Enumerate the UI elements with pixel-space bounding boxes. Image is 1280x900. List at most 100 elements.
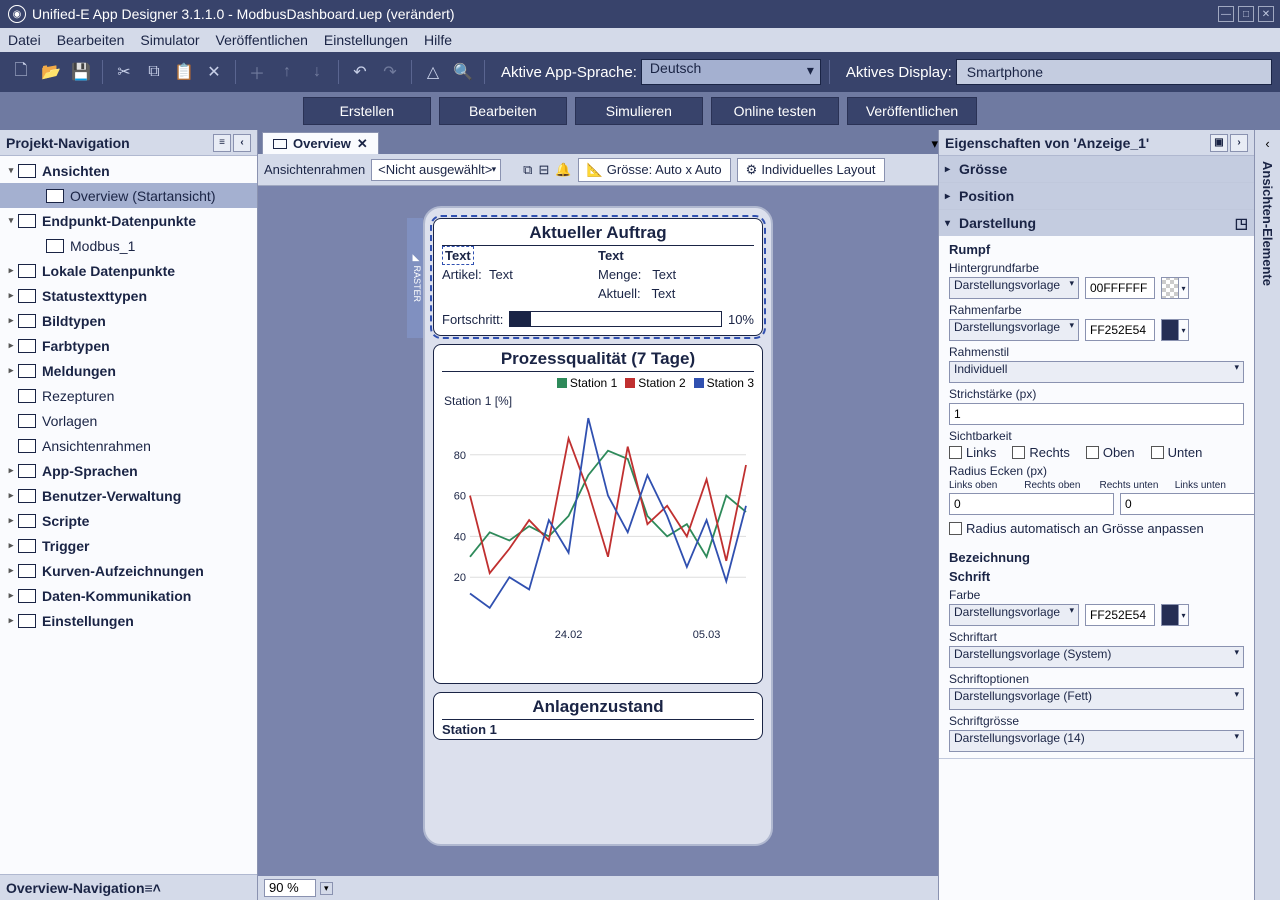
tab-overview[interactable]: Overview ✕ xyxy=(262,132,379,154)
border-template-select[interactable]: Darstellungsvorlage xyxy=(949,319,1079,341)
tree-item[interactable]: Vorlagen xyxy=(0,408,257,433)
bell-icon[interactable]: 🔔 xyxy=(555,162,571,178)
frame-select[interactable]: <Nicht ausgewählt> xyxy=(371,159,501,181)
station-label: Station 1 xyxy=(442,720,754,737)
tree-item[interactable]: ▸Daten-Kommunikation xyxy=(0,583,257,608)
card-auftrag[interactable]: Aktueller Auftrag Text Text Artikel: Tex… xyxy=(433,218,763,336)
project-tree[interactable]: ▾AnsichtenOverview (Startansicht)▾Endpun… xyxy=(0,156,257,874)
zoom-select[interactable]: 90 % xyxy=(264,879,316,897)
tree-item[interactable]: ▸Scripte xyxy=(0,508,257,533)
bg-color-swatch[interactable]: ▾ xyxy=(1161,277,1189,299)
maximize-button[interactable]: □ xyxy=(1238,6,1254,22)
font-options-select[interactable]: Darstellungsvorlage (Fett) xyxy=(949,688,1244,710)
font-color-template-select[interactable]: Darstellungsvorlage xyxy=(949,604,1079,626)
sidetab-elements[interactable]: Ansichten-Elemente xyxy=(1260,161,1275,286)
menu-settings[interactable]: Einstellungen xyxy=(324,32,408,48)
save-icon[interactable]: 💾 xyxy=(68,59,94,85)
radius-auto-checkbox[interactable] xyxy=(949,522,962,535)
pin-icon[interactable]: ▣ xyxy=(1210,134,1228,152)
minimize-button[interactable]: — xyxy=(1218,6,1234,22)
menu-edit[interactable]: Bearbeiten xyxy=(57,32,125,48)
border-style-select[interactable]: Individuell xyxy=(949,361,1244,383)
tree-item[interactable]: Rezepturen xyxy=(0,383,257,408)
tree-item[interactable]: ▸Lokale Datenpunkte xyxy=(0,258,257,283)
font-color-input[interactable] xyxy=(1085,604,1155,626)
bg-color-input[interactable] xyxy=(1085,277,1155,299)
tree-item[interactable]: ▾Endpunkt-Datenpunkte xyxy=(0,208,257,233)
card-chart[interactable]: Prozessqualität (7 Tage) Station 1Statio… xyxy=(433,344,763,684)
menu-file[interactable]: Datei xyxy=(8,32,41,48)
tree-item[interactable]: ▾Ansichten xyxy=(0,158,257,183)
align-icon[interactable]: ⊟ xyxy=(538,162,549,178)
border-color-swatch[interactable]: ▾ xyxy=(1161,319,1189,341)
font-color-swatch[interactable]: ▾ xyxy=(1161,604,1189,626)
text-placeholder[interactable]: Text xyxy=(442,246,474,265)
copy-icon[interactable]: ⧉ xyxy=(141,59,167,85)
clone-icon[interactable]: ⧉ xyxy=(523,162,532,178)
zoom-dropdown-icon[interactable]: ▾ xyxy=(320,882,333,895)
properties-panel: Eigenschaften von 'Anzeige_1' ▣ › ▸Gröss… xyxy=(938,130,1254,900)
menubar: Datei Bearbeiten Simulator Veröffentlich… xyxy=(0,28,1280,52)
menu-help[interactable]: Hilfe xyxy=(424,32,452,48)
app-logo-icon: ◉ xyxy=(8,5,26,23)
action-publish[interactable]: Veröffentlichen xyxy=(847,97,977,125)
collapse-right-icon[interactable]: › xyxy=(1230,134,1248,152)
bg-template-select[interactable]: Darstellungsvorlage xyxy=(949,277,1079,299)
expand-up-icon[interactable]: ˄ xyxy=(153,880,161,896)
border-color-input[interactable] xyxy=(1085,319,1155,341)
paste-icon[interactable]: 📋 xyxy=(171,59,197,85)
up-icon[interactable]: ↑ xyxy=(274,59,300,85)
phone-frame: ◣ RASTER Aktueller Auftrag Text Text Art… xyxy=(423,206,773,846)
open-icon[interactable]: 📂 xyxy=(38,59,64,85)
section-size[interactable]: ▸Grösse xyxy=(939,156,1254,182)
cut-icon[interactable]: ✂ xyxy=(111,59,137,85)
card-anlagenzustand[interactable]: Anlagenzustand Station 1 xyxy=(433,692,763,740)
collapse-icon[interactable]: ‹ xyxy=(233,134,251,152)
size-button[interactable]: 📐 Grösse: Auto x Auto xyxy=(578,158,731,182)
search-icon[interactable]: 🔍 xyxy=(450,59,476,85)
tree-item[interactable]: Ansichtenrahmen xyxy=(0,433,257,458)
list-icon[interactable]: ≡ xyxy=(213,134,231,152)
design-canvas[interactable]: ◣ RASTER Aktueller Auftrag Text Text Art… xyxy=(258,186,938,876)
font-size-select[interactable]: Darstellungsvorlage (14) xyxy=(949,730,1244,752)
raster-tab[interactable]: ◣ RASTER xyxy=(407,218,423,338)
layout-button[interactable]: ⚙ Individuelles Layout xyxy=(737,158,885,182)
titlebar: ◉ Unified-E App Designer 3.1.1.0 - Modbu… xyxy=(0,0,1280,28)
delete-icon[interactable]: ✕ xyxy=(201,59,227,85)
tree-item[interactable]: Modbus_1 xyxy=(0,233,257,258)
add-icon[interactable]: ＋ xyxy=(244,59,270,85)
action-simulate[interactable]: Simulieren xyxy=(575,97,703,125)
action-online-test[interactable]: Online testen xyxy=(711,97,839,125)
tree-item[interactable]: ▸Bildtypen xyxy=(0,308,257,333)
menu-publish[interactable]: Veröffentlichen xyxy=(216,32,308,48)
list-icon[interactable]: ≡ xyxy=(145,880,153,896)
action-create[interactable]: Erstellen xyxy=(303,97,431,125)
tree-item[interactable]: ▸Farbtypen xyxy=(0,333,257,358)
redo-icon[interactable]: ↷ xyxy=(377,59,403,85)
tree-item[interactable]: ▸Trigger xyxy=(0,533,257,558)
expand-side-icon[interactable]: ‹ xyxy=(1265,136,1269,151)
project-nav-header: Projekt-Navigation ≡ ‹ xyxy=(0,130,257,156)
design-toolbar: Ansichtenrahmen <Nicht ausgewählt> ⧉ ⊟ 🔔… xyxy=(258,154,938,186)
active-lang-select[interactable]: Deutsch xyxy=(641,59,821,85)
new-icon[interactable]: 🗋 xyxy=(8,59,34,85)
tree-item[interactable]: ▸Statustexttypen xyxy=(0,283,257,308)
undo-icon[interactable]: ↶ xyxy=(347,59,373,85)
action-edit[interactable]: Bearbeiten xyxy=(439,97,567,125)
close-button[interactable]: ✕ xyxy=(1258,6,1274,22)
tree-item[interactable]: ▸Meldungen xyxy=(0,358,257,383)
tree-item[interactable]: ▸Einstellungen xyxy=(0,608,257,633)
section-darstellung[interactable]: ▾Darstellung◳ xyxy=(939,210,1254,236)
tree-item[interactable]: ▸App-Sprachen xyxy=(0,458,257,483)
compass-icon[interactable]: △ xyxy=(420,59,446,85)
tree-item[interactable]: ▸Kurven-Aufzeichnungen xyxy=(0,558,257,583)
section-position[interactable]: ▸Position xyxy=(939,183,1254,209)
close-tab-icon[interactable]: ✕ xyxy=(357,136,368,152)
menu-simulator[interactable]: Simulator xyxy=(140,32,199,48)
tree-item[interactable]: ▸Benutzer-Verwaltung xyxy=(0,483,257,508)
tree-item[interactable]: Overview (Startansicht) xyxy=(0,183,257,208)
stroke-input[interactable] xyxy=(949,403,1244,425)
down-icon[interactable]: ↓ xyxy=(304,59,330,85)
popout-icon[interactable]: ◳ xyxy=(1235,215,1248,232)
font-family-select[interactable]: Darstellungsvorlage (System) xyxy=(949,646,1244,668)
